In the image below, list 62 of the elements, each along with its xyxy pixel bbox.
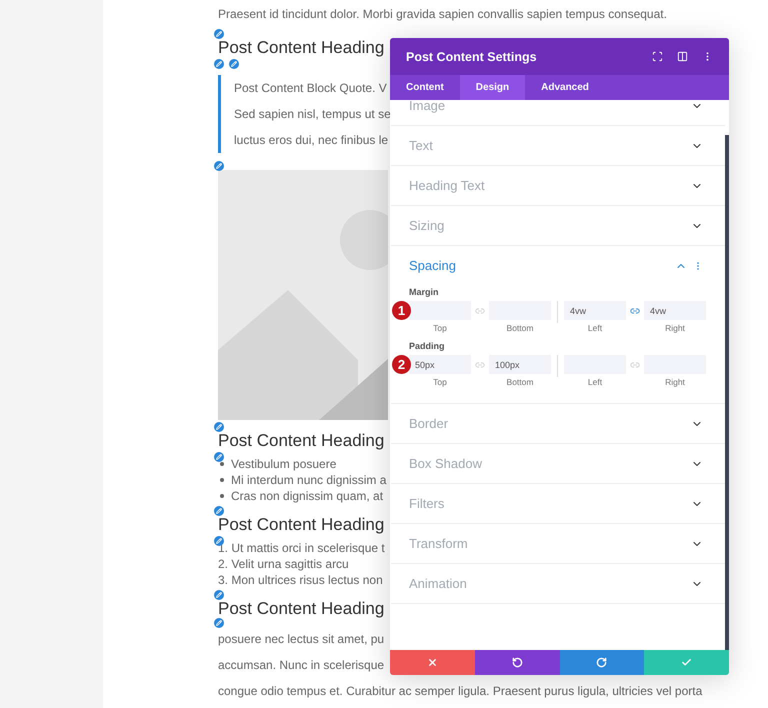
edit-icon[interactable]	[214, 536, 224, 546]
spacing-input[interactable]: 4vw	[564, 301, 626, 320]
field-label: Left	[588, 323, 602, 333]
field-label: Top	[433, 377, 447, 387]
section-toggle[interactable]: Spacing	[391, 246, 725, 285]
field-label: Top	[433, 323, 447, 333]
section-toggle[interactable]: Transform	[391, 524, 725, 563]
edit-icon[interactable]	[214, 452, 224, 462]
quote-text: luctus eros dui, nec finibus le	[234, 132, 388, 149]
body-text: posuere nec lectus sit amet, pu	[218, 631, 384, 648]
field-label: Bottom	[506, 377, 534, 387]
spacing-input[interactable]: 50px	[409, 355, 471, 374]
section-toggle[interactable]: Filters	[391, 484, 725, 523]
post-heading: Post Content Heading	[218, 37, 384, 59]
edit-icon[interactable]	[214, 161, 224, 171]
body-text: accumsan. Nunc in scelerisque	[218, 657, 384, 674]
quote-text: Post Content Block Quote. V	[234, 80, 387, 97]
list-item: 2. Velit urna sagittis arcu	[218, 556, 349, 572]
post-heading: Post Content Heading	[218, 514, 384, 536]
edit-icon[interactable]	[214, 29, 224, 39]
group-label: Padding	[409, 341, 446, 351]
edit-icon[interactable]	[214, 506, 224, 516]
edit-icon[interactable]	[214, 618, 224, 628]
field-label: Left	[588, 377, 602, 387]
undo-icon	[512, 657, 523, 668]
close-icon	[426, 657, 438, 668]
spacing-input[interactable]: 100px	[489, 355, 551, 374]
settings-tab[interactable]: Design	[460, 75, 526, 100]
field-label: Bottom	[506, 323, 534, 333]
modal-title: Post Content Settings	[406, 50, 538, 64]
section-toggle[interactable]: Animation	[391, 564, 725, 603]
settings-tab[interactable]: Advanced	[525, 75, 605, 100]
edit-icon[interactable]	[214, 590, 224, 600]
bullet-item: Mi interdum nunc dignissim a	[218, 472, 386, 488]
edit-icon[interactable]	[214, 59, 224, 69]
spacing-input[interactable]	[409, 301, 471, 320]
redo-icon	[596, 657, 608, 668]
list-item: 3. Mon ultrices risus lectus non	[218, 572, 383, 588]
edit-icon[interactable]	[214, 422, 224, 432]
bullet-item: Cras non dignissim quam, at	[218, 488, 384, 504]
section-toggle[interactable]: Box Shadow	[391, 444, 725, 483]
focus-icon[interactable]	[652, 51, 663, 62]
field-label: Right	[665, 323, 685, 333]
check-icon	[681, 657, 692, 668]
bullet-item: Vestibulum posuere	[218, 456, 336, 472]
undo-button[interactable]	[474, 650, 560, 675]
section-toggle[interactable]: Border	[391, 404, 725, 443]
group-label: Margin	[409, 287, 440, 297]
quote-text: Sed sapien nisl, tempus ut se	[234, 106, 391, 123]
spacing-input[interactable]: 4vw	[644, 301, 706, 320]
section-toggle[interactable]: Sizing	[391, 206, 725, 245]
split-view-icon[interactable]	[677, 51, 688, 62]
body-text: congue odio tempus et. Curabitur ac semper ligula. Praesent purus ligula, ultricies vel porta	[218, 683, 702, 700]
section-toggle[interactable]: Text	[391, 126, 725, 165]
section-toggle[interactable]: Image	[391, 100, 725, 125]
post-heading: Post Content Heading	[218, 430, 384, 452]
body-text: Praesent id tincidunt dolor. Morbi gravida sapien convallis sapien tempus consequat.	[218, 6, 667, 23]
settings-tab[interactable]: Content	[390, 75, 460, 100]
section-toggle[interactable]: Heading Text	[391, 166, 725, 205]
field-label: Right	[665, 377, 685, 387]
edit-icon[interactable]	[229, 59, 239, 69]
post-heading: Post Content Heading	[218, 598, 384, 620]
